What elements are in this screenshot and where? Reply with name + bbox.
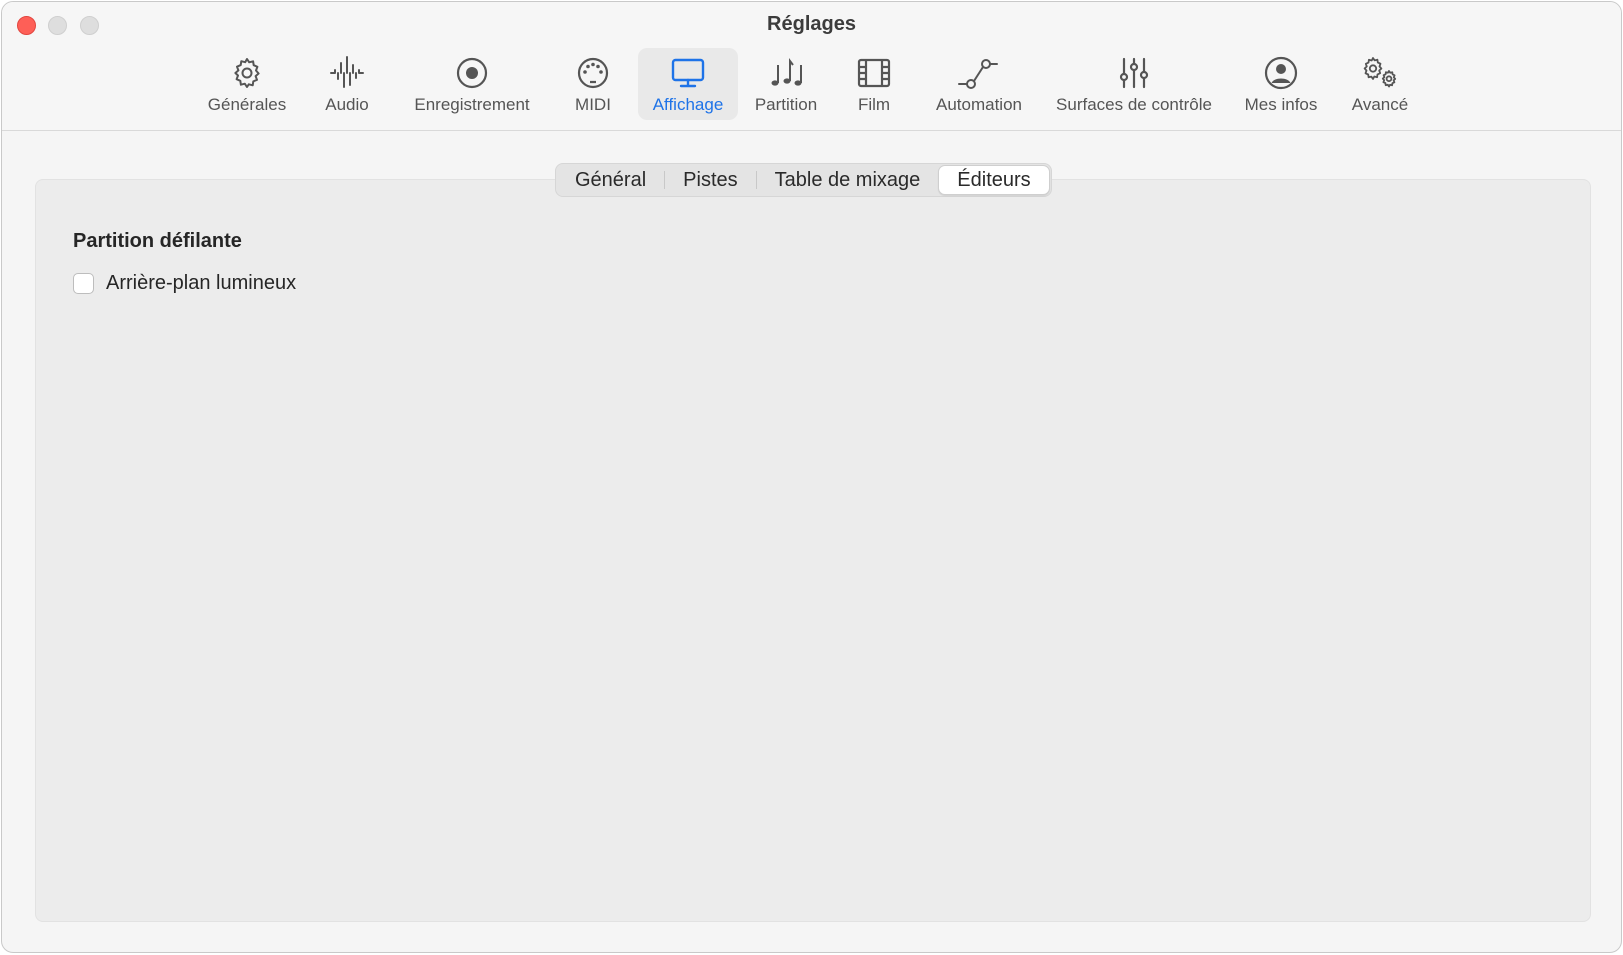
toolbar-item-generales[interactable]: Générales (202, 48, 292, 120)
gear-icon (229, 52, 265, 94)
person-circle-icon (1263, 52, 1299, 94)
section-title: Partition défilante (73, 230, 242, 252)
toolbar-item-mes-infos[interactable]: Mes infos (1238, 48, 1324, 120)
sliders-icon (1116, 52, 1152, 94)
record-icon (454, 52, 490, 94)
bright-background-checkbox[interactable] (73, 273, 94, 294)
tab-editeurs[interactable]: Éditeurs (938, 165, 1050, 195)
toolbar-item-enregistrement[interactable]: Enregistrement (402, 48, 542, 120)
toolbar-item-label: Automation (936, 95, 1022, 114)
toolbar-item-label: Générales (207, 95, 287, 114)
waveform-icon (329, 52, 365, 94)
toolbar-item-label: Mes infos (1244, 95, 1318, 114)
bright-background-label[interactable]: Arrière-plan lumineux (106, 272, 296, 295)
settings-window: Réglages Générales Audio Enregistrement … (1, 1, 1622, 953)
toolbar-item-label: Affichage (652, 95, 724, 114)
toolbar-item-label: Enregistrement (414, 95, 530, 114)
toolbar-item-label: Partition (754, 95, 818, 114)
toolbar-item-label: Surfaces de contrôle (1056, 95, 1212, 114)
toolbar-item-audio[interactable]: Audio (312, 48, 382, 120)
toolbar-item-affichage[interactable]: Affichage (638, 48, 738, 120)
midi-connector-icon (575, 52, 611, 94)
toolbar-item-label: Film (857, 95, 891, 114)
tab-table-de-mixage[interactable]: Table de mixage (757, 165, 939, 195)
film-icon (856, 52, 892, 94)
tab-bar: Général Pistes Table de mixage Éditeurs (555, 163, 1052, 197)
gears-icon (1358, 52, 1402, 94)
toolbar-item-midi[interactable]: MIDI (562, 48, 624, 120)
tab-general[interactable]: Général (557, 165, 664, 195)
tab-pistes[interactable]: Pistes (665, 165, 755, 195)
toolbar-item-label: Audio (325, 95, 369, 114)
display-icon (670, 52, 706, 94)
toolbar-item-label: MIDI (575, 95, 611, 114)
window-title: Réglages (767, 13, 856, 35)
toolbar-item-label: Avancé (1351, 95, 1409, 114)
bright-background-option: Arrière-plan lumineux (73, 272, 296, 295)
toolbar-item-partition[interactable]: Partition (746, 48, 826, 120)
toolbar-item-film[interactable]: Film (844, 48, 904, 120)
music-notes-icon (768, 52, 804, 94)
toolbar-item-avance[interactable]: Avancé (1340, 48, 1420, 120)
automation-curve-icon (957, 52, 1001, 94)
title-bar: Réglages Générales Audio Enregistrement … (2, 2, 1621, 131)
toolbar-item-automation[interactable]: Automation (924, 48, 1034, 120)
toolbar-item-surfaces-de-controle[interactable]: Surfaces de contrôle (1044, 48, 1224, 120)
